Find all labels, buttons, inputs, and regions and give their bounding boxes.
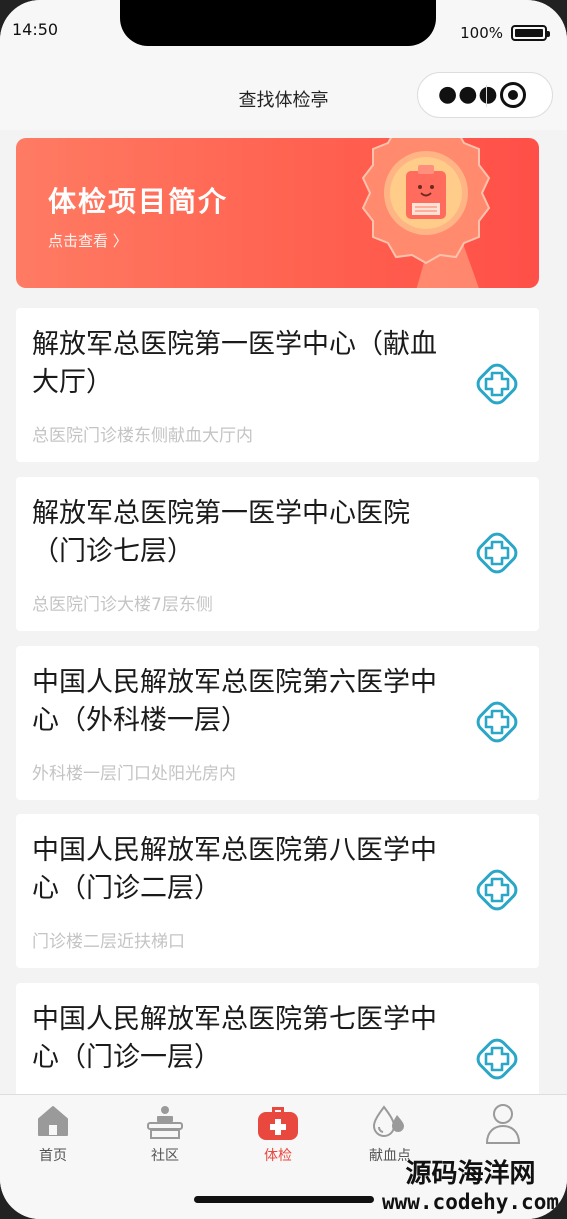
status-time: 14:50 [12,20,59,39]
hospital-card[interactable]: 解放军总医院第一医学中心（献血大厅） 总医院门诊楼东侧献血大厅内 [16,308,539,462]
mini-program-capsule: ●●● [417,72,553,118]
blood-drop-icon [372,1105,404,1137]
main-content: 体检项目简介 点击查看 〉 解放军总医院第一医学中心（献血大厅） 总医院门诊楼东… [0,130,567,1094]
battery-percent: 100% [460,24,503,42]
checkup-intro-banner[interactable]: 体检项目简介 点击查看 〉 [16,138,539,288]
phone-screen: 14:50 100% 查找体检亭 ●●● 体检项目简介 点击查看 〉 解放军总医… [0,0,567,1219]
hospital-name: 解放军总医院第一医学中心（献血大厅） [32,329,437,398]
home-icon [38,1106,68,1136]
user-icon [485,1104,521,1144]
hospital-card[interactable]: 解放军总医院第一医学中心医院（门诊七层） 总医院门诊大楼7层东侧 [16,477,539,631]
community-icon [147,1106,183,1139]
capsule-divider [486,85,487,107]
banner-title: 体检项目简介 [48,185,229,218]
add-location-icon[interactable] [471,358,523,410]
hospital-name: 中国人民解放军总医院第七医学中心（门诊一层） [32,1004,437,1073]
hospital-address: 总医院门诊楼东侧献血大厅内 [32,426,253,446]
hospital-card[interactable]: 中国人民解放军总医院第八医学中心（门诊二层） 门诊楼二层近扶梯口 [16,814,539,968]
more-icon[interactable]: ●●● [438,84,499,106]
device-notch [120,0,436,46]
hospital-name: 中国人民解放军总医院第八医学中心（门诊二层） [32,835,437,904]
close-target-icon[interactable] [500,82,526,108]
watermark-url: www.codehy.com [381,1190,559,1214]
home-indicator [194,1196,374,1203]
watermark-title: 源码海洋网 [405,1159,536,1189]
add-location-icon[interactable] [471,696,523,748]
add-location-icon[interactable] [471,1033,523,1085]
battery-icon [511,25,550,41]
medical-kit-icon [258,1107,298,1140]
hospital-name: 中国人民解放军总医院第六医学中心（外科楼一层） [32,667,437,736]
hospital-name: 解放军总医院第一医学中心医院（门诊七层） [32,498,410,567]
tab-label: 体检 [264,1148,292,1164]
tab-blood-points[interactable]: 献血点 [340,1101,440,1165]
hospital-address: 门诊楼二层近扶梯口 [32,932,185,952]
add-location-icon[interactable] [471,864,523,916]
banner-view-link[interactable]: 点击查看 〉 [48,230,128,251]
tab-label: 首页 [39,1148,67,1164]
hospital-address: 外科楼一层门口处阳光房内 [32,764,236,784]
hospital-card[interactable]: 中国人民解放军总医院第六医学中心（外科楼一层） 外科楼一层门口处阳光房内 [16,646,539,800]
watermark: 源码海洋网 www.codehy.com [382,1160,559,1216]
tab-profile[interactable] [453,1101,553,1149]
nav-bar: 查找体检亭 ●●● [0,60,567,130]
tab-home[interactable]: 首页 [3,1101,103,1165]
add-location-icon[interactable] [471,527,523,579]
hospital-address: 总医院门诊大楼7层东侧 [32,595,213,615]
tab-label: 社区 [151,1148,179,1164]
medal-clipboard-icon [361,138,491,288]
tab-checkup[interactable]: 体检 [228,1101,328,1165]
tab-community[interactable]: 社区 [115,1101,215,1165]
hospital-card[interactable]: 中国人民解放军总医院第七医学中心（门诊一层） [16,983,539,1094]
